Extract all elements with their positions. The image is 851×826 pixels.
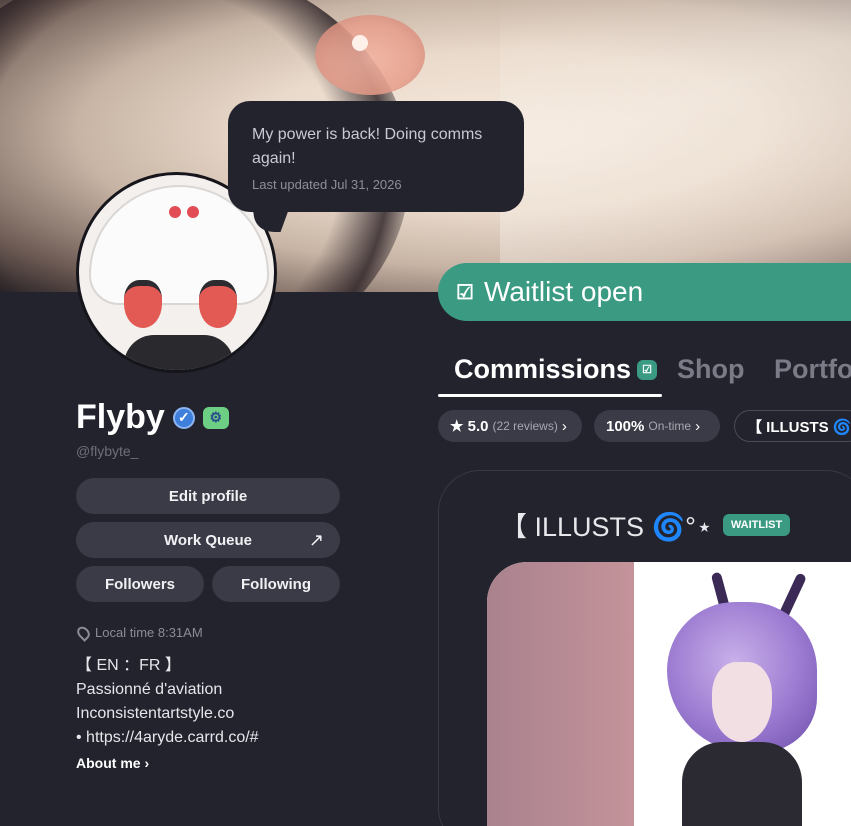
location-pin-icon <box>74 623 93 642</box>
banner-art-hair <box>500 0 851 292</box>
bio-link[interactable]: Inconsistentartstyle.co <box>76 702 259 726</box>
local-time: Local time 8:31AM <box>74 623 203 642</box>
tab-shop[interactable]: Shop <box>677 354 745 385</box>
commission-card-title: 【 ILLUSTS 🌀°⋆ <box>500 512 713 542</box>
banner-art-highlight <box>352 35 368 51</box>
tab-commissions[interactable]: Commissions ☑ <box>454 354 658 385</box>
avatar-eye-right <box>199 280 237 328</box>
chevron-right-icon: › <box>561 417 567 435</box>
edit-profile-button[interactable]: Edit profile <box>76 478 340 514</box>
following-button[interactable]: Following <box>212 566 340 602</box>
profile-name: Flyby <box>76 398 165 436</box>
waitlist-tag: WAITLIST <box>722 513 791 536</box>
edit-profile-label: Edit profile <box>168 487 248 505</box>
status-bubble[interactable]: My power is back! Doing comms again! Las… <box>228 101 524 232</box>
work-queue-label: Work Queue <box>163 531 253 549</box>
rating-value: ★ 5.0 <box>450 418 489 435</box>
avatar-marks <box>169 205 209 219</box>
followers-label: Followers <box>104 575 175 593</box>
reviews-count: (22 reviews) <box>492 419 558 433</box>
followers-button[interactable]: Followers <box>76 566 204 602</box>
following-label: Following <box>241 575 311 593</box>
waitlist-label: Waitlist open <box>483 276 644 307</box>
sticker-icon: ⚙ <box>202 406 229 429</box>
profile-handle: @flybyte_ <box>76 443 139 459</box>
status-updated: Last updated Jul 31, 2026 <box>252 177 402 192</box>
profile-name-row: Flyby ✓ ⚙ <box>76 398 229 437</box>
bio-line: Passionné d'aviation <box>76 681 223 698</box>
tab-portfolio[interactable]: Portfo <box>774 354 851 385</box>
about-me-link[interactable]: About me › <box>76 755 149 771</box>
checklist-icon: ☑ <box>456 281 474 304</box>
category-pill-label: 【 ILLUSTS 🌀°⋆ <box>747 418 851 436</box>
artwork-character-body <box>682 742 802 826</box>
artwork-panel-left <box>487 562 634 826</box>
banner-art-eye <box>315 15 425 95</box>
reviews-pill[interactable]: ★ 5.0 (22 reviews) › <box>438 410 582 442</box>
ontime-pill[interactable]: 100% On-time › <box>594 410 720 442</box>
bio-line: 【 EN ：FR 】 <box>76 657 181 674</box>
commission-artwork[interactable] <box>487 562 851 826</box>
avatar-body <box>124 335 234 370</box>
tab-commissions-label: Commissions <box>454 354 632 384</box>
work-queue-button[interactable]: Work Queue ↗ <box>76 522 340 558</box>
verified-icon: ✓ <box>172 406 195 429</box>
bio-link[interactable]: • https://4aryde.carrd.co/# <box>76 726 259 750</box>
bio: 【 EN ：FR 】 Passionné d'aviation Inconsis… <box>76 654 259 750</box>
waitlist-banner[interactable]: ☑ Waitlist open <box>438 263 851 321</box>
artwork-character-face <box>712 662 772 742</box>
external-link-icon: ↗ <box>308 530 324 550</box>
ontime-value: 100% <box>606 417 645 435</box>
avatar-eye-left <box>124 280 162 328</box>
local-time-text: Local time 8:31AM <box>95 625 203 640</box>
commission-card-title-row: 【 ILLUSTS 🌀°⋆ WAITLIST <box>500 505 791 544</box>
active-tab-indicator <box>438 394 662 397</box>
status-message: My power is back! Doing comms again! <box>252 126 483 167</box>
category-pill-illusts[interactable]: 【 ILLUSTS 🌀°⋆ <box>734 410 851 442</box>
ontime-label: On-time <box>648 419 692 433</box>
chevron-right-icon: › <box>695 417 701 435</box>
checklist-badge-icon: ☑ <box>637 359 658 380</box>
profile-tabs: Commissions ☑ Shop Portfo <box>438 350 851 398</box>
